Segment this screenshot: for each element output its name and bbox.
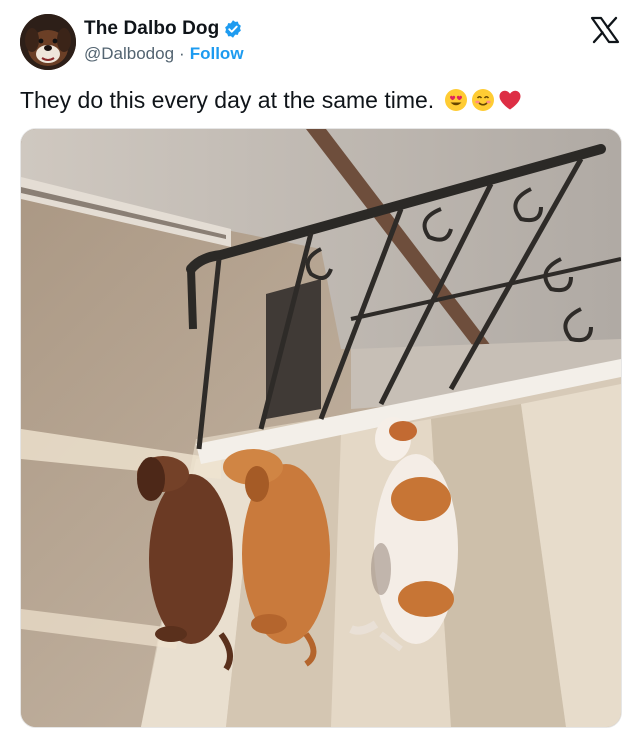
tweet-text-row: They do this every day at the same time. xyxy=(20,84,620,116)
handle[interactable]: @Dalbodog xyxy=(84,44,174,64)
verified-badge-icon xyxy=(225,20,242,38)
display-name[interactable]: The Dalbo Dog xyxy=(84,18,219,40)
tweet-photo[interactable] xyxy=(20,128,622,728)
avatar[interactable] xyxy=(20,14,76,70)
separator-dot: · xyxy=(179,44,185,63)
dachshunds-on-stairs-icon xyxy=(21,129,621,727)
name-row: The Dalbo Dog xyxy=(84,18,243,40)
x-logo-icon[interactable] xyxy=(590,16,620,44)
emoji-group xyxy=(444,88,522,112)
red-heart-emoji-icon xyxy=(499,90,521,110)
tweet-text: They do this every day at the same time. xyxy=(20,87,435,113)
dog-avatar-icon xyxy=(20,14,76,70)
heart-eyes-emoji-icon xyxy=(445,89,468,111)
follow-button[interactable]: Follow xyxy=(190,44,244,64)
smiling-face-emoji-icon xyxy=(472,89,495,111)
tweet-card: The Dalbo Dog @Dalbodog · Follow They do… xyxy=(0,0,640,730)
handle-row: @Dalbodog · Follow xyxy=(84,44,244,64)
